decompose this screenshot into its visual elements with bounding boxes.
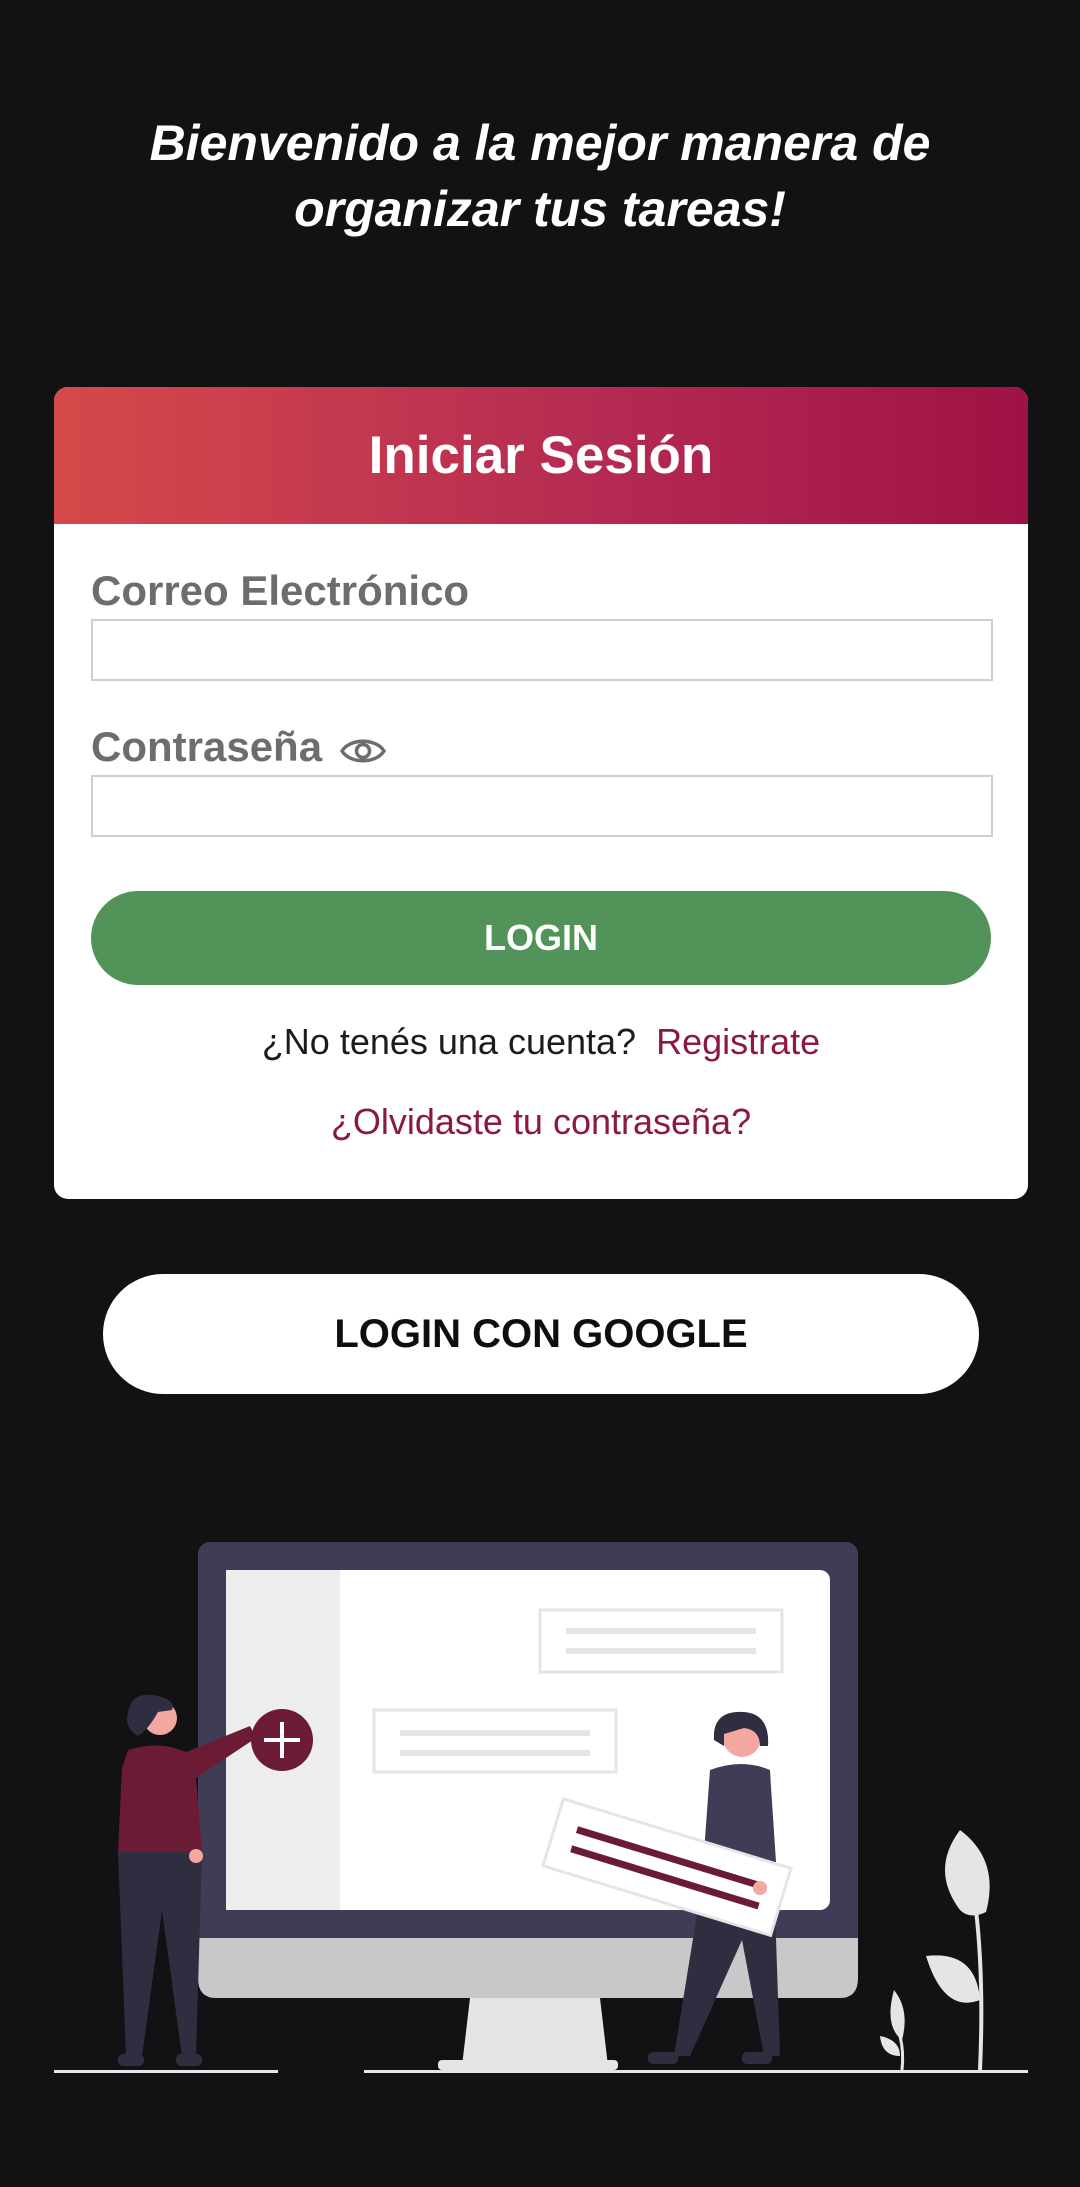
welcome-line-1: Bienvenido a la mejor manera de <box>149 115 931 171</box>
welcome-heading: Bienvenido a la mejor manera de organiza… <box>0 110 1080 242</box>
register-prompt: ¿No tenés una cuenta? Registrate <box>54 1021 1028 1063</box>
welcome-line-2: organizar tus tareas! <box>294 181 786 237</box>
login-button[interactable]: LOGIN <box>91 891 991 985</box>
login-card-header: Iniciar Sesión <box>54 387 1028 524</box>
google-login-button[interactable]: LOGIN CON GOOGLE <box>103 1274 979 1394</box>
email-label: Correo Electrónico <box>91 567 469 615</box>
forgot-password-link[interactable]: ¿Olvidaste tu contraseña? <box>54 1101 1028 1143</box>
password-field[interactable] <box>91 775 993 837</box>
plant-illustration <box>880 1830 990 2071</box>
google-login-label: LOGIN CON GOOGLE <box>334 1311 748 1356</box>
plus-circle-icon <box>251 1709 313 1771</box>
password-label: Contraseña <box>91 723 387 771</box>
email-label-text: Correo Electrónico <box>91 567 470 614</box>
login-card: Iniciar Sesión Correo Electrónico Contra… <box>54 387 1028 1199</box>
tasks-illustration <box>54 1542 1028 2073</box>
eye-icon[interactable] <box>340 730 387 764</box>
password-label-text: Contraseña <box>91 723 323 770</box>
no-account-text: ¿No tenés una cuenta? <box>261 1021 637 1062</box>
email-field[interactable] <box>91 619 993 681</box>
register-link[interactable]: Registrate <box>656 1021 820 1062</box>
login-card-title: Iniciar Sesión <box>368 426 714 485</box>
